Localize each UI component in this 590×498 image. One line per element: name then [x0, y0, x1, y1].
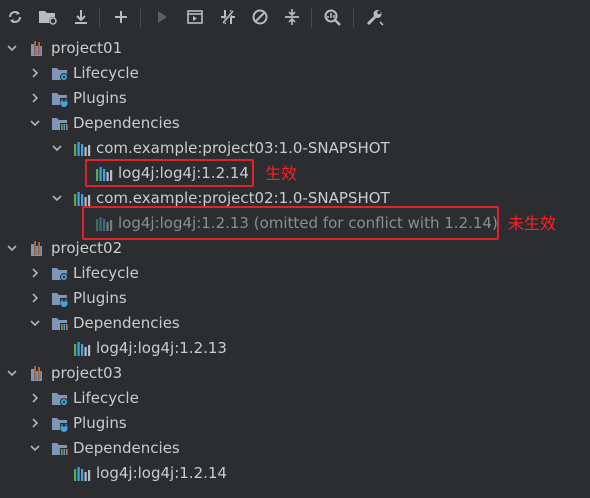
tree-node-lifecycle[interactable]: Lifecycle [0, 261, 590, 286]
maven-module-icon [29, 40, 47, 57]
analyze-dependencies-icon[interactable] [322, 6, 344, 28]
tree-node-label: Dependencies [73, 114, 180, 132]
effective-annotation: 生效 [265, 164, 298, 183]
toggle-offline-icon[interactable] [217, 6, 239, 28]
chevron-down-icon[interactable] [5, 241, 19, 255]
reload-icon[interactable] [4, 6, 26, 28]
tree-node-dependency[interactable]: log4j:log4j:1.2.13 [0, 336, 590, 361]
not-effective-annotation: 未生效 [508, 214, 557, 233]
library-icon [73, 340, 91, 357]
execute-goal-icon[interactable] [184, 6, 206, 28]
tree-node-label: Plugins [73, 289, 127, 307]
tree-node-label: log4j:log4j:1.2.14 [96, 464, 227, 482]
plugins-folder-icon [51, 90, 69, 107]
tree-node-project03[interactable]: project03 [0, 361, 590, 386]
tree-node-dependencies[interactable]: Dependencies [0, 311, 590, 336]
chevron-down-icon[interactable] [28, 316, 42, 330]
lifecycle-folder-icon [51, 265, 69, 282]
skip-tests-icon[interactable] [249, 6, 271, 28]
tree-node-label: log4j:log4j:1.2.13 [96, 339, 227, 357]
tree-node-dependencies[interactable]: Dependencies [0, 111, 590, 136]
tree-node-label: Lifecycle [73, 264, 139, 282]
tree-node-label: project03 [51, 364, 123, 382]
tree-node-label: Lifecycle [73, 64, 139, 82]
chevron-right-icon[interactable] [28, 391, 42, 405]
download-icon[interactable] [70, 6, 92, 28]
tree-node-label: project01 [51, 39, 123, 57]
tree-node-dependency[interactable]: log4j:log4j:1.2.14 [0, 461, 590, 486]
chevron-down-icon[interactable] [50, 191, 64, 205]
dependencies-folder-icon [51, 440, 69, 457]
library-icon [73, 190, 91, 207]
lifecycle-folder-icon [51, 390, 69, 407]
maven-toolbar [0, 0, 590, 36]
tree-node-label: Plugins [73, 89, 127, 107]
chevron-down-icon[interactable] [5, 366, 19, 380]
tree-node-lifecycle[interactable]: Lifecycle [0, 61, 590, 86]
library-icon [73, 465, 91, 482]
tree-node-lifecycle[interactable]: Lifecycle [0, 386, 590, 411]
run-icon[interactable] [151, 6, 173, 28]
chevron-right-icon[interactable] [28, 266, 42, 280]
tree-node-plugins[interactable]: Plugins [0, 411, 590, 436]
maven-module-icon [29, 240, 47, 257]
plugins-folder-icon [51, 290, 69, 307]
library-icon [73, 140, 91, 157]
maven-module-icon [29, 365, 47, 382]
settings-wrench-icon[interactable] [364, 6, 386, 28]
tree-node-label: Dependencies [73, 314, 180, 332]
tree-node-label: com.example:project03:1.0-SNAPSHOT [96, 139, 390, 157]
not-effective-highlight-box [82, 206, 499, 240]
chevron-down-icon[interactable] [5, 41, 19, 55]
chevron-right-icon[interactable] [28, 66, 42, 80]
tree-node-label: Lifecycle [73, 389, 139, 407]
chevron-down-icon[interactable] [50, 141, 64, 155]
tree-node-dependency[interactable]: com.example:project03:1.0-SNAPSHOT [0, 136, 590, 161]
tree-node-label: Dependencies [73, 439, 180, 457]
add-icon[interactable] [110, 6, 132, 28]
chevron-right-icon[interactable] [28, 91, 42, 105]
dependencies-folder-icon [51, 315, 69, 332]
tree-node-dependencies[interactable]: Dependencies [0, 436, 590, 461]
tree-node-label: Plugins [73, 414, 127, 432]
tree-node-plugins[interactable]: Plugins [0, 86, 590, 111]
chevron-down-icon[interactable] [28, 441, 42, 455]
dependencies-folder-icon [51, 115, 69, 132]
tree-node-label: project02 [51, 239, 123, 257]
lifecycle-folder-icon [51, 65, 69, 82]
chevron-right-icon[interactable] [28, 416, 42, 430]
effective-highlight-box [85, 159, 254, 187]
tree-node-project01[interactable]: project01 [0, 36, 590, 61]
folder-generate-icon[interactable] [37, 6, 59, 28]
chevron-right-icon[interactable] [28, 291, 42, 305]
collapse-all-icon[interactable] [281, 6, 303, 28]
chevron-down-icon[interactable] [28, 116, 42, 130]
tree-node-plugins[interactable]: Plugins [0, 286, 590, 311]
plugins-folder-icon [51, 415, 69, 432]
